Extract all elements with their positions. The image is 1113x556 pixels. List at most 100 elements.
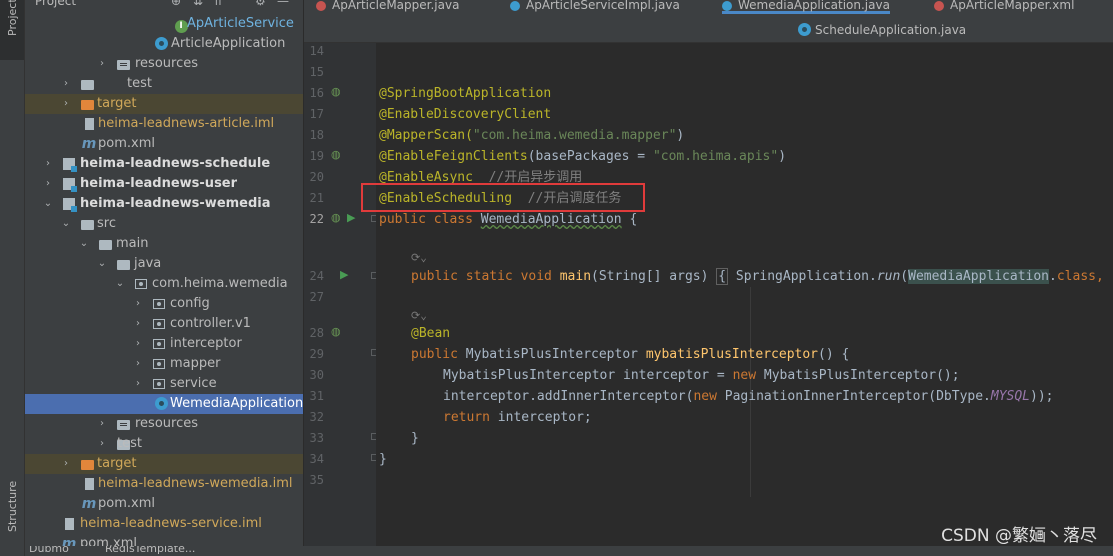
chevron-right-icon[interactable]: › [97,414,107,434]
tab-aparticlemapper-java[interactable]: ApArticleMapper.java [316,0,459,12]
line-number[interactable]: 30 [304,365,324,386]
line-number[interactable]: 21 [304,188,324,209]
tree-item[interactable]: ⌄ java [25,254,303,274]
line-number[interactable]: 31 [304,386,324,407]
tree-item[interactable]: ⌄ com.heima.wemedia [25,274,303,294]
xml-file-icon [934,0,944,11]
tree-item[interactable]: › heima-leadnews-schedule [25,154,303,174]
line-number[interactable]: 15 [304,62,324,83]
run-icon[interactable]: ▶ [347,211,355,224]
structure-tool-tab[interactable]: Structure [0,470,24,540]
tree-item[interactable]: heima-leadnews-service.iml [25,514,303,534]
collapse-all-icon[interactable]: ⇈ [213,0,223,8]
line-number[interactable]: 24 [304,266,324,287]
tab-wemediaapplication-java[interactable]: WemediaApplication.java [722,0,890,14]
line-number[interactable]: 34 [304,449,324,470]
tree-item[interactable]: › target [25,94,303,114]
chevron-right-icon[interactable]: › [133,374,143,394]
bottom-tab-label[interactable]: RedisTemplate... [105,546,195,555]
chevron-right-icon[interactable]: › [97,434,107,454]
code-line-22: public class WemediaApplication { [379,209,637,230]
chevron-right-icon[interactable]: › [133,314,143,334]
tree-item[interactable]: m pom.xml [25,494,303,514]
code-line-18: @MapperScan("com.heima.wemedia.mapper") [379,125,684,146]
tree-item[interactable]: › resources [25,414,303,434]
project-panel-title[interactable]: Project [35,0,76,8]
line-number[interactable]: 19 [304,146,324,167]
line-number[interactable]: 28 [304,323,324,344]
folded-brace[interactable]: { [716,268,729,285]
spring-class-icon [153,394,169,414]
chevron-down-icon[interactable]: ⌄ [79,234,89,254]
tab-label: WemediaApplication.java [738,0,890,12]
tree-item[interactable]: › config [25,294,303,314]
code-editor[interactable]: @SpringBootApplication @EnableDiscoveryC… [376,43,1113,556]
globe-icon[interactable]: ⊕ [171,0,181,8]
line-number[interactable]: 16 [304,83,324,104]
chevron-right-icon[interactable]: › [43,154,53,174]
tree-item[interactable]: › mapper [25,354,303,374]
keyword: new [693,389,725,404]
tree-item[interactable]: › resources [25,54,303,74]
excluded-folder-icon [79,454,95,474]
hide-icon[interactable]: — [277,0,289,8]
spring-bean-icon[interactable]: ◍ [331,325,341,338]
keyword: new [732,368,764,383]
tree-item[interactable]: ArticleApplication [25,34,303,54]
tree-item[interactable]: › test [25,74,303,94]
string-literal: "com.heima.apis" [652,149,779,164]
chevron-right-icon[interactable]: › [97,54,107,74]
line-number[interactable]: 35 [304,470,324,491]
chevron-right-icon[interactable]: › [133,354,143,374]
chevron-right-icon[interactable]: › [61,74,71,94]
line-number[interactable]: 14 [304,41,324,62]
tree-item[interactable]: WemediaApplication [25,394,303,414]
line-number[interactable]: 29 [304,344,324,365]
code-line-16: @SpringBootApplication [379,83,551,104]
bottom-tab-label[interactable]: Dubmo [29,546,69,555]
tree-item[interactable]: › service [25,374,303,394]
spring-bean-icon[interactable]: ◍ [331,211,341,224]
line-number[interactable]: 18 [304,125,324,146]
tree-item[interactable]: heima-leadnews-wemedia.iml [25,474,303,494]
chevron-down-icon[interactable]: ⌄ [43,194,53,214]
line-number[interactable]: 27 [304,287,324,308]
chevron-down-icon[interactable]: ⌄ [97,254,107,274]
inlay-hint[interactable]: ⟳⌄ [411,247,427,268]
chevron-down-icon[interactable]: ⌄ [115,274,125,294]
tab-scheduleapplication-java[interactable]: ScheduleApplication.java [798,20,966,37]
settings-icon[interactable]: ⚙ [255,0,266,8]
line-number[interactable]: 32 [304,407,324,428]
chevron-right-icon[interactable]: › [133,294,143,314]
project-tool-tab[interactable]: Project [0,0,24,60]
tree-item[interactable]: m pom.xml [25,134,303,154]
line-number[interactable]: 33 [304,428,324,449]
tree-item[interactable]: › test [25,434,303,454]
chevron-down-icon[interactable]: ⌄ [61,214,71,234]
tree-item[interactable]: › interceptor [25,334,303,354]
tree-item[interactable]: ⌄ main [25,234,303,254]
line-number[interactable]: 20 [304,167,324,188]
chevron-right-icon[interactable]: › [133,334,143,354]
tree-item[interactable]: I ApArticleService [25,14,303,34]
expand-all-icon[interactable]: ⇊ [193,0,203,8]
line-number[interactable]: 17 [304,104,324,125]
spring-bean-icon[interactable]: ◍ [331,85,341,98]
tab-aparticleserviceimpl-java[interactable]: ApArticleServiceImpl.java [510,0,680,12]
chevron-right-icon[interactable]: › [61,94,71,114]
chevron-right-icon[interactable]: › [43,174,53,194]
run-icon[interactable]: ▶ [340,268,348,281]
code-line-29: public MybatisPlusInterceptor mybatisPlu… [411,344,849,365]
tree-item[interactable]: ⌄ heima-leadnews-wemedia [25,194,303,214]
tree-item[interactable]: › controller.v1 [25,314,303,334]
tree-item[interactable]: › heima-leadnews-user [25,174,303,194]
tree-item[interactable]: heima-leadnews-article.iml [25,114,303,134]
tab-aparticlemapper-xml[interactable]: ApArticleMapper.xml [934,0,1074,12]
code-token: MybatisPlusInterceptor(); [763,368,960,383]
spring-bean-icon[interactable]: ◍ [331,148,341,161]
line-number[interactable]: 22 [304,209,324,230]
editor-gutter: 14 15 16 17 18 19 20 21 22 24 27 28 29 30 31 32 33 34 35 ◍ ◍… [304,41,378,556]
tree-item[interactable]: › target [25,454,303,474]
tree-item[interactable]: ⌄ src [25,214,303,234]
chevron-right-icon[interactable]: › [61,454,71,474]
